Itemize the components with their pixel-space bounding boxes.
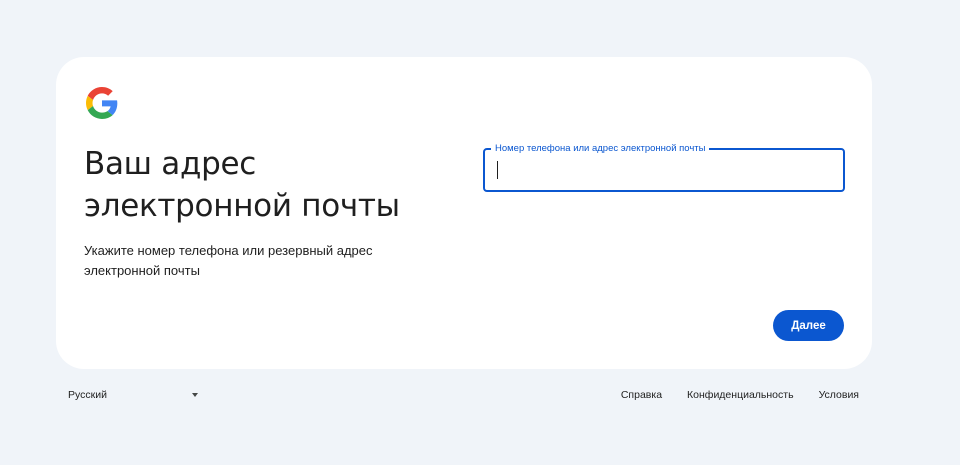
signin-card: Ваш адрес электронной почты Укажите номе…: [56, 57, 872, 369]
footer-link-privacy[interactable]: Конфиденциальность: [687, 385, 794, 405]
language-selector[interactable]: Русский: [68, 385, 204, 405]
dropdown-arrow-icon: [192, 393, 198, 397]
footer-link-terms[interactable]: Условия: [819, 385, 859, 405]
language-selector-value: Русский: [68, 389, 107, 401]
footer-links: Справка Конфиденциальность Условия: [621, 385, 859, 405]
page-subtitle: Укажите номер телефона или резервный адр…: [84, 241, 384, 281]
next-button[interactable]: Далее: [773, 310, 844, 341]
footer-link-help[interactable]: Справка: [621, 385, 662, 405]
page-title-line-2: электронной почты: [84, 188, 400, 224]
google-g-logo-icon: [86, 87, 118, 119]
page-title-line-1: Ваш адрес: [84, 146, 257, 182]
text-caret: [497, 161, 498, 179]
page-title: Ваш адрес электронной почты: [84, 143, 444, 227]
page-subtitle-line-2: электронной почты: [84, 263, 200, 278]
page-subtitle-line-1: Укажите номер телефона или резервный адр…: [84, 243, 373, 258]
email-phone-input[interactable]: [485, 150, 843, 190]
email-phone-field[interactable]: Номер телефона или адрес электронной поч…: [483, 142, 845, 192]
